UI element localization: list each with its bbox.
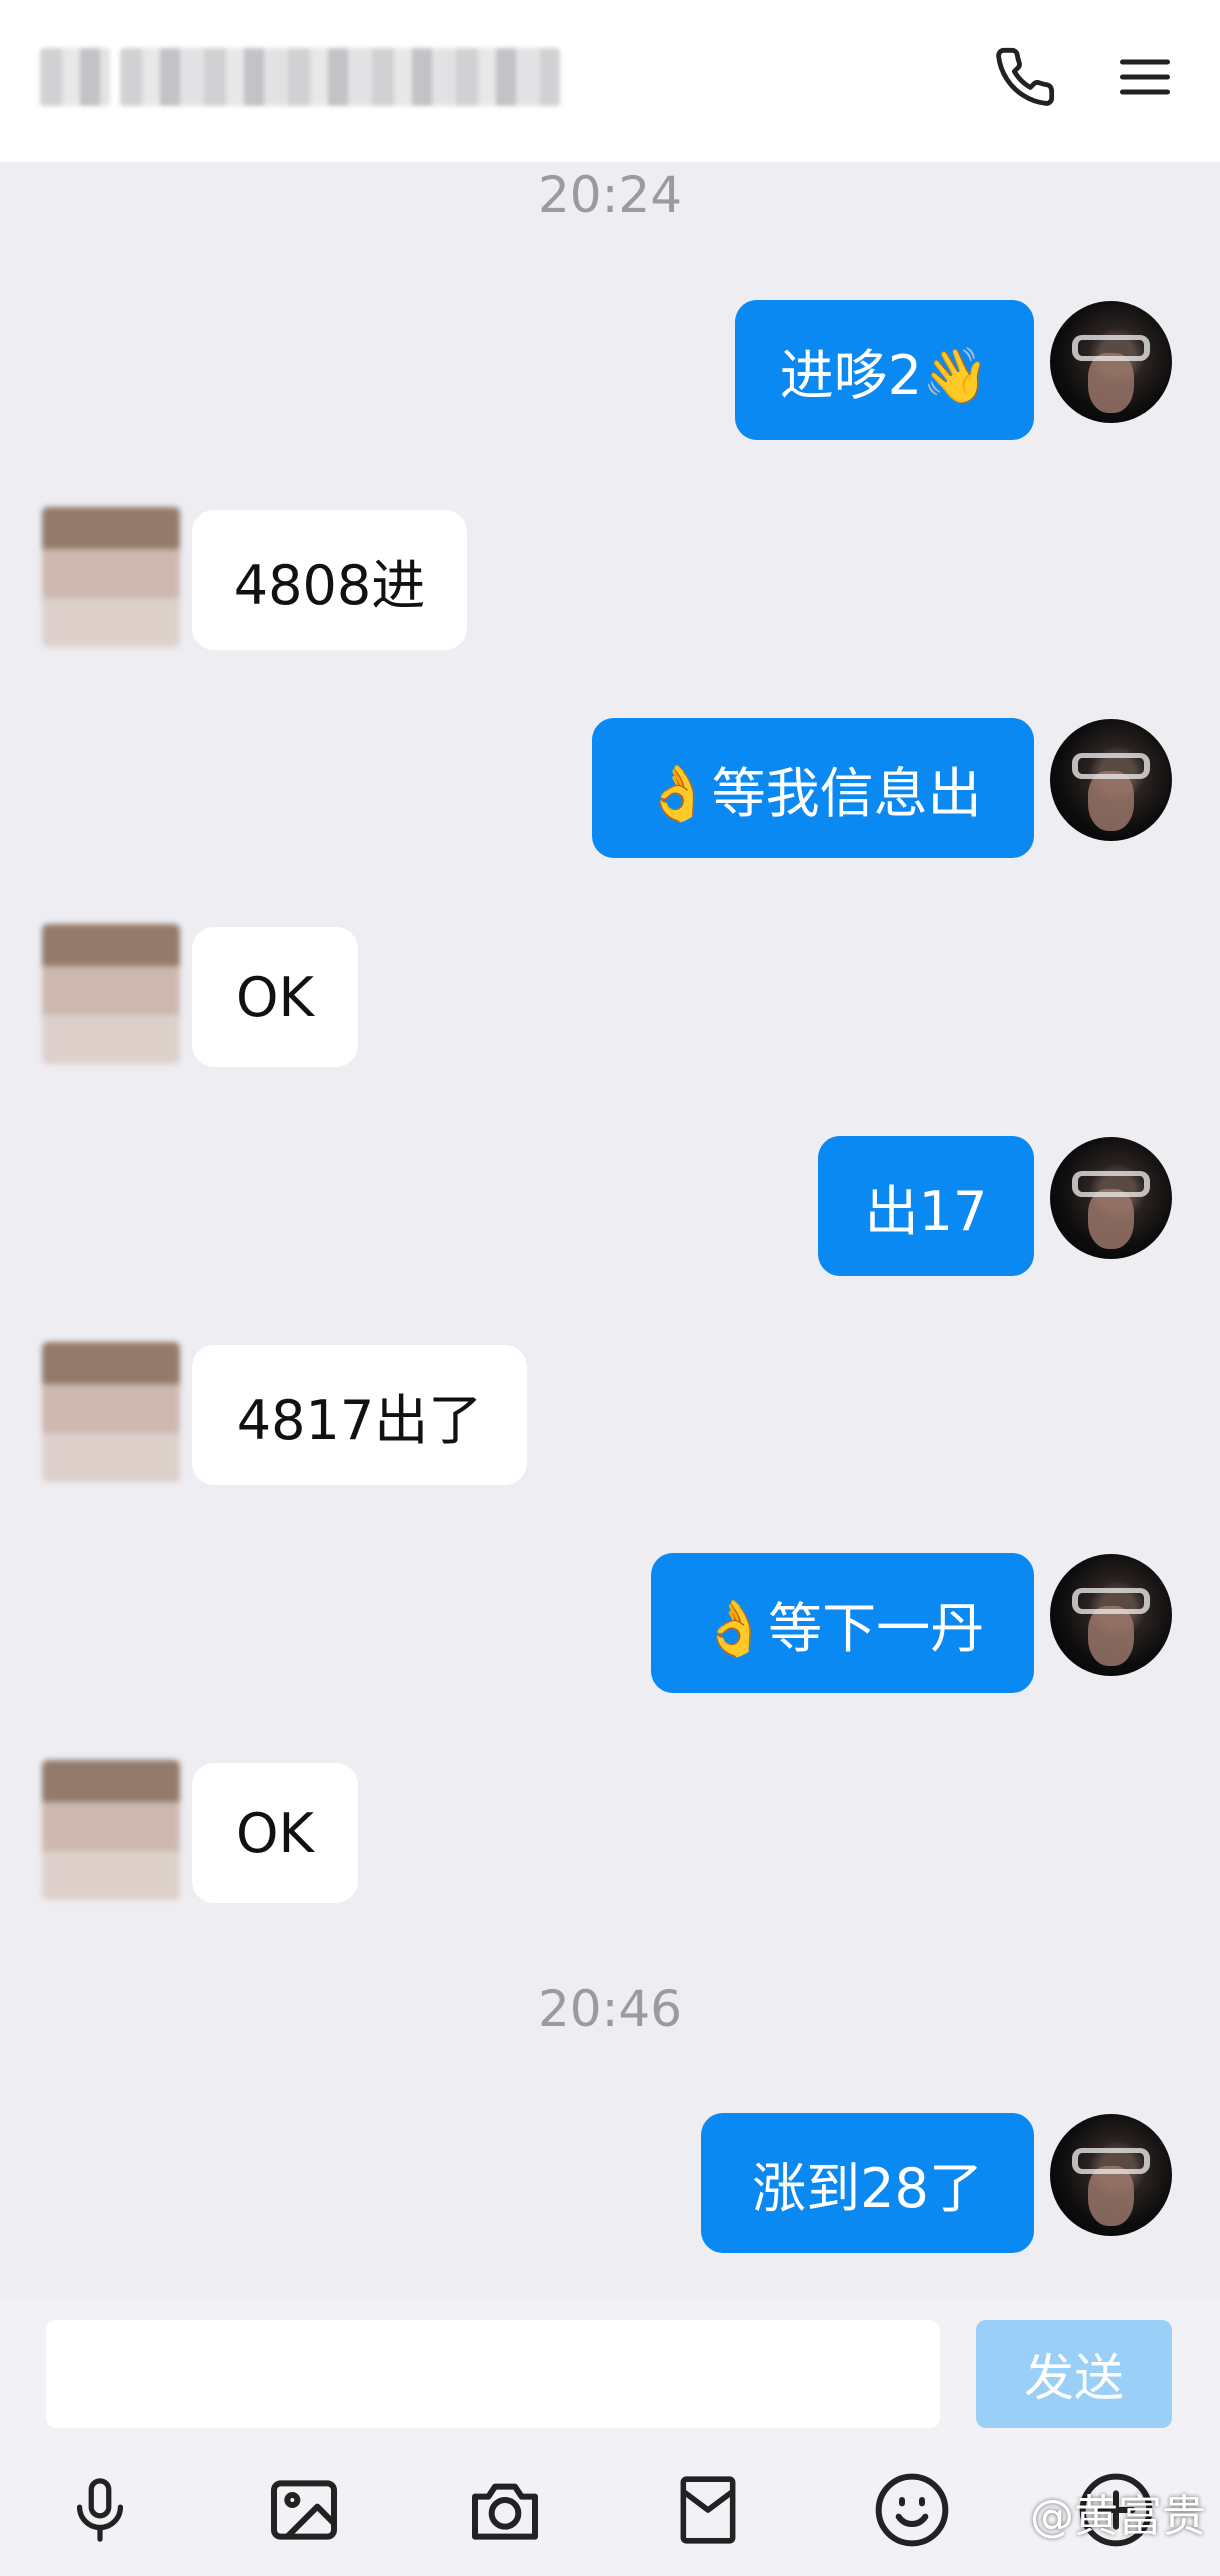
contact-avatar[interactable] <box>42 1760 180 1900</box>
contact-name-blurred <box>40 42 580 112</box>
outgoing-message[interactable]: 👌等我信息出 <box>592 718 1034 858</box>
camera-icon[interactable] <box>455 2460 555 2560</box>
contact-avatar[interactable] <box>42 924 180 1064</box>
incoming-message[interactable]: 4808进 <box>192 510 467 650</box>
incoming-message[interactable]: 4817出了 <box>192 1345 527 1485</box>
my-avatar[interactable] <box>1050 719 1172 841</box>
my-avatar[interactable] <box>1050 1137 1172 1259</box>
microphone-icon[interactable] <box>50 2460 150 2560</box>
send-button[interactable]: 发送 <box>976 2320 1172 2428</box>
my-avatar[interactable] <box>1050 2114 1172 2236</box>
my-avatar[interactable] <box>1050 1554 1172 1676</box>
chat-header <box>0 0 1220 162</box>
outgoing-message[interactable]: 出17 <box>818 1136 1034 1276</box>
message-list[interactable]: 20:24 进哆2👋 4808进 👌等我信息出 OK 出17 4817出了 👌等… <box>0 162 1220 2300</box>
my-avatar[interactable] <box>1050 301 1172 423</box>
blur-segment <box>120 48 560 106</box>
image-icon[interactable] <box>254 2460 354 2560</box>
outgoing-message[interactable]: 👌等下一丹 <box>651 1553 1034 1693</box>
message-input[interactable] <box>46 2320 940 2428</box>
incoming-message[interactable]: OK <box>192 927 358 1067</box>
outgoing-message[interactable]: 涨到28了 <box>701 2113 1034 2253</box>
timestamp: 20:46 <box>537 1980 683 2038</box>
input-bar: 发送 @黄富贵 <box>0 2300 1220 2576</box>
contact-avatar[interactable] <box>42 507 180 647</box>
hamburger-menu-icon[interactable] <box>1110 42 1180 112</box>
phone-icon[interactable] <box>990 42 1060 112</box>
contact-avatar[interactable] <box>42 1342 180 1482</box>
red-packet-icon[interactable] <box>658 2460 758 2560</box>
emoji-icon[interactable] <box>862 2460 962 2560</box>
timestamp: 20:24 <box>537 166 683 224</box>
watermark: @黄富贵 <box>1030 2491 1206 2542</box>
incoming-message[interactable]: OK <box>192 1763 358 1903</box>
outgoing-message[interactable]: 进哆2👋 <box>735 300 1034 440</box>
blur-segment <box>40 48 110 106</box>
